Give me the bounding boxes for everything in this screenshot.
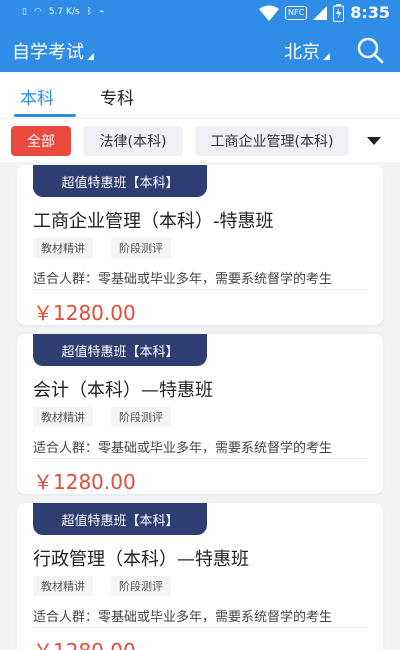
major-filter-bar: 全部 法律(本科) 工商企业管理(本科) (0, 118, 400, 162)
battery-icon (333, 3, 345, 22)
course-title: 工商企业管理（本科）-特惠班 (33, 211, 274, 232)
feature-tag: 阶段测评 (111, 238, 171, 258)
filter-all[interactable]: 全部 (11, 126, 71, 156)
status-left: ▯ ◠ 5.7 K/s ᛒ ⌁ (22, 7, 104, 17)
network-speed: 5.7 K/s (48, 7, 80, 17)
wifi-signal-icon (259, 5, 280, 21)
active-tab-indicator (14, 114, 76, 117)
status-right: NFC 8:35 (259, 3, 390, 22)
course-tag: 超值特惠班【本科】 (33, 165, 207, 197)
bluetooth-icon: ᛒ (86, 7, 93, 17)
course-title: 行政管理（本科）—特惠班 (33, 549, 249, 570)
course-tag: 超值特惠班【本科】 (33, 334, 207, 366)
course-audience: 适合人群：零基础或毕业多年，需要系统督学的考生 (33, 441, 333, 456)
course-audience: 适合人群：零基础或毕业多年，需要系统督学的考生 (33, 610, 333, 625)
status-bar: ▯ ◠ 5.7 K/s ᛒ ⌁ NFC 8:35 (0, 0, 400, 28)
feature-tag: 阶段测评 (111, 407, 171, 427)
signal-icon (313, 5, 328, 20)
app-header: ▯ ◠ 5.7 K/s ᛒ ⌁ NFC 8:35 自学考试 北京 (0, 0, 400, 72)
city-selector[interactable]: 北京 (284, 38, 330, 64)
feature-tag: 教材精讲 (33, 576, 93, 596)
nfc-icon: NFC (285, 5, 308, 20)
exam-type-label: 自学考试 (12, 42, 84, 63)
tab-undergraduate[interactable]: 本科 (20, 84, 54, 109)
filter-business-management[interactable]: 工商企业管理(本科) (195, 126, 349, 156)
level-tabs: 本科 专科 (0, 72, 400, 118)
course-price: ￥1280.00 (33, 470, 136, 494)
divider (33, 289, 367, 290)
course-tag: 超值特惠班【本科】 (33, 503, 207, 535)
filter-law[interactable]: 法律(本科) (83, 126, 183, 156)
course-price: ￥1280.00 (33, 301, 136, 325)
city-label: 北京 (284, 42, 320, 63)
dropdown-indicator-icon (323, 53, 330, 60)
expand-filters-icon[interactable] (367, 137, 381, 145)
exam-type-selector[interactable]: 自学考试 (12, 38, 94, 64)
feature-tag: 教材精讲 (33, 407, 93, 427)
course-card[interactable]: 超值特惠班【本科】 行政管理（本科）—特惠班 教材精讲 阶段测评 适合人群：零基… (17, 503, 383, 650)
header-row: 自学考试 北京 (0, 36, 400, 66)
course-card[interactable]: 超值特惠班【本科】 会计（本科）—特惠班 教材精讲 阶段测评 适合人群：零基础或… (17, 334, 383, 494)
search-icon[interactable] (356, 36, 384, 64)
feature-tag: 阶段测评 (111, 576, 171, 596)
feature-tag: 教材精讲 (33, 238, 93, 258)
divider (33, 627, 367, 628)
course-card[interactable]: 超值特惠班【本科】 工商企业管理（本科）-特惠班 教材精讲 阶段测评 适合人群：… (17, 165, 383, 325)
tab-junior-college[interactable]: 专科 (100, 84, 134, 109)
status-time: 8:35 (350, 3, 390, 22)
sim-icon: ▯ (22, 7, 27, 17)
divider (33, 458, 367, 459)
course-audience: 适合人群：零基础或毕业多年，需要系统督学的考生 (33, 272, 333, 287)
dropdown-indicator-icon (87, 53, 94, 60)
usb-icon: ⌁ (99, 7, 105, 17)
course-list[interactable]: 超值特惠班【本科】 工商企业管理（本科）-特惠班 教材精讲 阶段测评 适合人群：… (0, 162, 400, 650)
wifi-icon: ◠ (33, 7, 42, 17)
course-price: ￥1280.00 (33, 635, 136, 650)
course-title: 会计（本科）—特惠班 (33, 380, 213, 401)
